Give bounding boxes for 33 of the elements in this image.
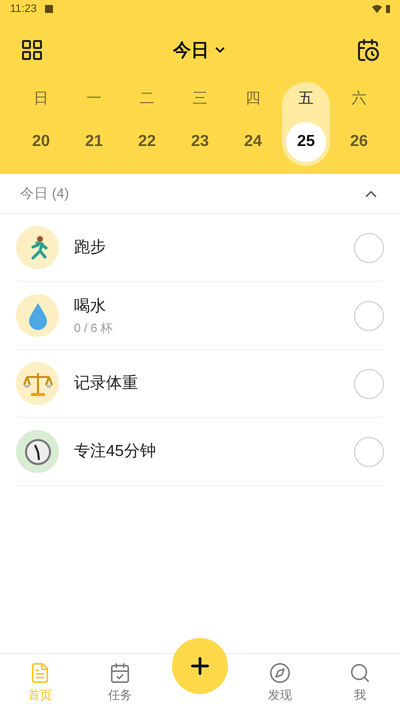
notification-icon xyxy=(44,5,53,13)
grid-icon[interactable] xyxy=(20,38,44,62)
nav-tab[interactable]: 我 xyxy=(320,662,400,704)
section-title: 今日 (4) xyxy=(20,184,69,203)
calendar-day[interactable]: 四 24 xyxy=(229,82,277,166)
battery-icon xyxy=(386,5,390,13)
clock-icon xyxy=(24,438,52,466)
nav-tab[interactable]: 任务 xyxy=(80,662,160,704)
wifi-icon xyxy=(372,5,382,13)
title-dropdown[interactable]: 今日 xyxy=(173,36,227,64)
habit-name: 跑步 xyxy=(74,238,107,258)
calendar-day[interactable]: 六 26 xyxy=(335,82,383,166)
calendar-day[interactable]: 二 22 xyxy=(123,82,171,166)
nav-tab[interactable]: 发现 xyxy=(240,662,320,704)
calendar-day[interactable]: 一 21 xyxy=(70,82,118,166)
calendar-clock-icon[interactable] xyxy=(356,38,380,62)
habit-name: 记录体重 xyxy=(74,374,139,394)
calendar-day[interactable]: 日 20 xyxy=(17,82,65,166)
search-icon xyxy=(349,662,371,684)
water-drop-icon xyxy=(26,302,48,330)
calendar-day[interactable]: 五 25 xyxy=(282,82,330,166)
calendar-check-icon xyxy=(109,662,131,684)
habit-subtitle: 0 / 6 杯 xyxy=(74,320,114,336)
compass-icon xyxy=(269,662,291,684)
calendar-day[interactable]: 三 23 xyxy=(176,82,224,166)
document-icon xyxy=(29,662,51,684)
habit-name: 专注45分钟 xyxy=(74,442,157,462)
status-time: 11:23 xyxy=(10,2,37,17)
habit-checkbox[interactable] xyxy=(354,368,384,398)
habit-checkbox[interactable] xyxy=(354,232,384,262)
habit-name: 喝水 xyxy=(74,296,107,316)
habit-checkbox[interactable] xyxy=(354,300,384,330)
habit-checkbox[interactable] xyxy=(354,436,384,466)
